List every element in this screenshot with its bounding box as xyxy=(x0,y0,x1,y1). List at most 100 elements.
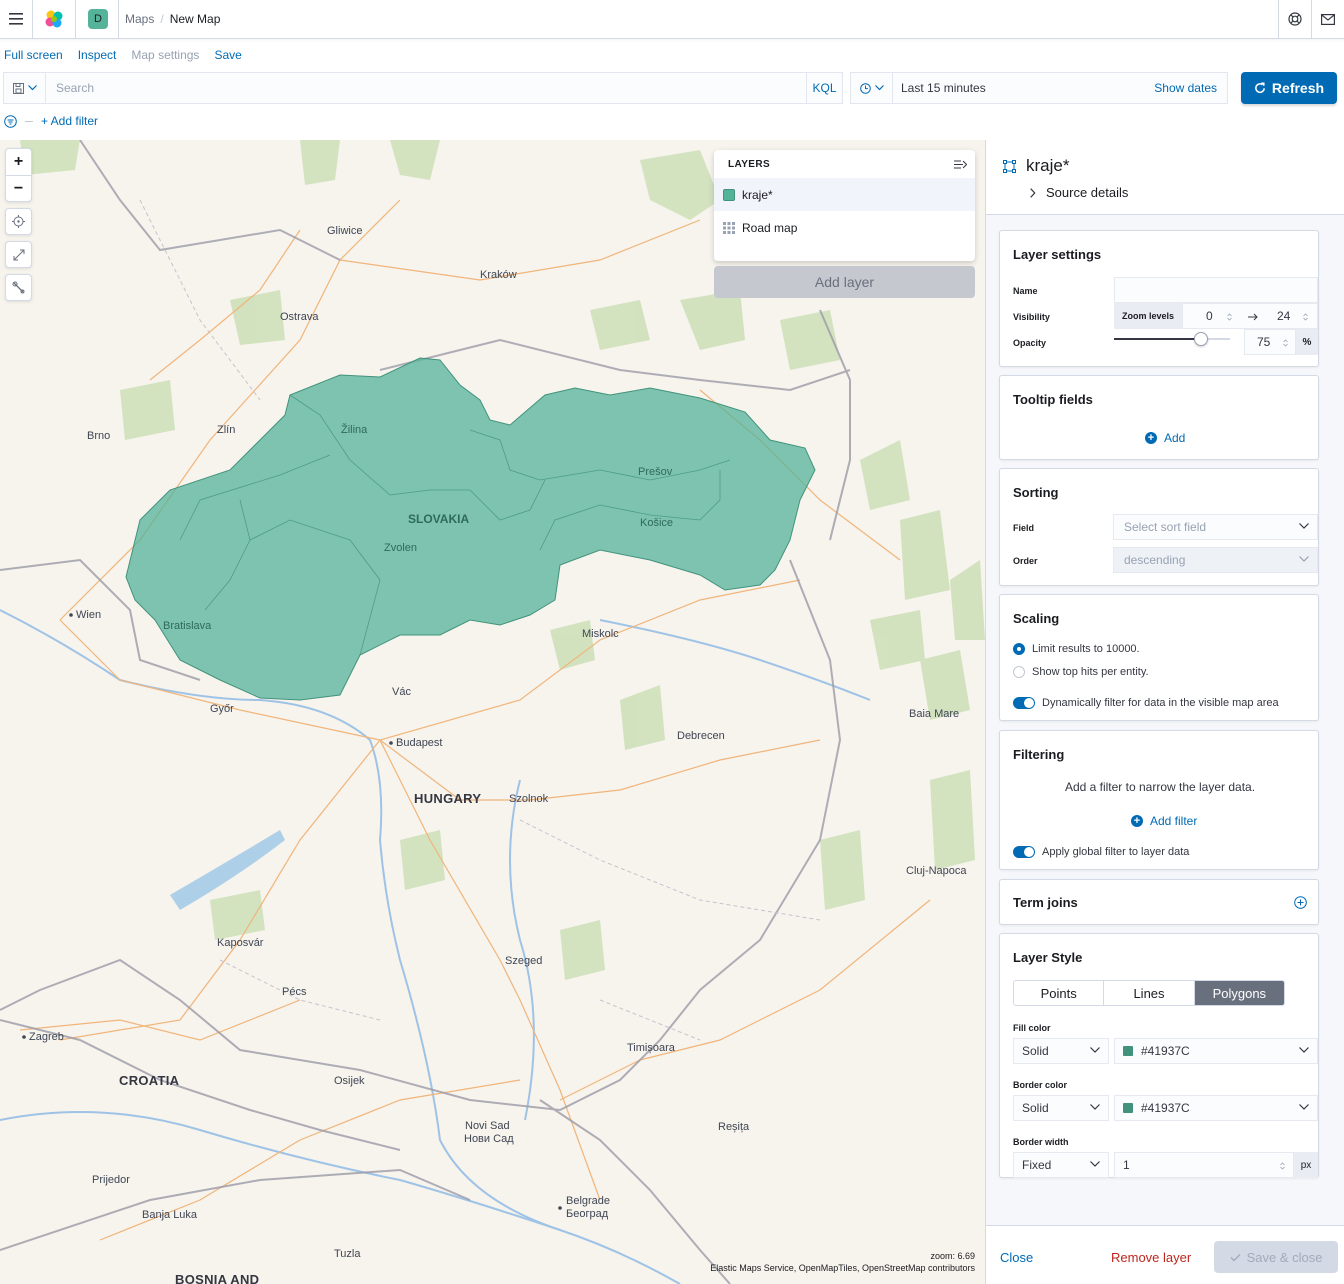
collapse-panel-icon[interactable] xyxy=(954,159,967,170)
attribution-text[interactable]: Elastic Maps Service, OpenMapTiles, Open… xyxy=(710,1262,975,1274)
map-label-belgrade: Belgrade xyxy=(566,1195,611,1207)
layer-name-input[interactable] xyxy=(1114,277,1318,303)
switch-on[interactable] xyxy=(1013,697,1035,709)
close-button[interactable]: Close xyxy=(1000,1250,1033,1265)
radio-top-hits[interactable]: Show top hits per entity. xyxy=(1013,666,1149,678)
map-label-gliwice: Gliwice xyxy=(327,225,363,237)
check-icon xyxy=(1230,1253,1241,1261)
refresh-icon xyxy=(1254,82,1265,94)
switch-on[interactable] xyxy=(1013,846,1035,858)
breadcrumb-maps[interactable]: Maps xyxy=(125,12,154,26)
map-label-zilina: Žilina xyxy=(341,424,368,436)
border-type-select[interactable]: Solid xyxy=(1013,1095,1109,1121)
add-layer-filter-button[interactable]: + Add filter xyxy=(1131,814,1197,828)
help-button[interactable] xyxy=(1279,0,1311,38)
border-width-type-select[interactable]: Fixed xyxy=(1013,1152,1109,1178)
map-label-slovakia: SLOVAKIA xyxy=(408,512,470,526)
source-details-label: Source details xyxy=(1046,185,1129,200)
stepper-icon[interactable] xyxy=(1283,339,1288,347)
save-link[interactable]: Save xyxy=(214,48,241,62)
add-layer-button[interactable]: Add layer xyxy=(714,266,975,298)
opacity-number-input[interactable]: 75 xyxy=(1244,329,1296,355)
source-details-toggle[interactable]: Source details xyxy=(1030,185,1128,200)
map-label-zlin: Zlín xyxy=(217,424,236,436)
tab-points[interactable]: Points xyxy=(1014,981,1105,1005)
add-tooltip-field-button[interactable]: + Add xyxy=(1145,431,1185,445)
sort-order-select[interactable]: descending xyxy=(1113,547,1318,573)
layer-title: kraje* xyxy=(1026,156,1070,175)
saved-query-button[interactable] xyxy=(4,73,46,103)
map-basemap xyxy=(0,140,985,1284)
radio-checked[interactable] xyxy=(1013,643,1025,655)
sort-field-select[interactable]: Select sort field xyxy=(1113,514,1318,540)
map-label-bosnia: BOSNIA AND xyxy=(175,1272,260,1284)
search-input[interactable]: Search xyxy=(46,73,806,103)
show-dates-button[interactable]: Show dates xyxy=(1154,81,1227,95)
zoom-out-button[interactable]: − xyxy=(6,175,31,201)
full-screen-link[interactable]: Full screen xyxy=(4,48,63,62)
scaling-heading: Scaling xyxy=(1013,611,1060,626)
map-label-pecs: Pécs xyxy=(282,986,307,998)
border-color-picker[interactable]: #41937C xyxy=(1114,1095,1318,1121)
tab-polygons[interactable]: Polygons xyxy=(1194,981,1284,1005)
fill-color-picker[interactable]: #41937C xyxy=(1114,1038,1318,1064)
tools-button[interactable] xyxy=(5,274,32,301)
plus-in-circle-icon: + xyxy=(1145,432,1157,444)
inspect-link[interactable]: Inspect xyxy=(78,48,117,62)
quick-select-button[interactable] xyxy=(851,73,893,103)
refresh-button[interactable]: Refresh xyxy=(1241,72,1337,104)
apply-global-filter-toggle[interactable]: Apply global filter to layer data xyxy=(1013,846,1189,858)
zoom-in-button[interactable]: + xyxy=(6,149,31,175)
border-width-input[interactable]: 1 xyxy=(1114,1152,1294,1178)
menu-toggle-button[interactable] xyxy=(0,0,32,38)
elastic-logo[interactable] xyxy=(33,0,75,38)
map-label-wien: Wien xyxy=(76,609,102,621)
min-zoom-input[interactable]: 0 xyxy=(1206,309,1213,323)
stepper-icon[interactable] xyxy=(1303,313,1308,321)
opacity-slider[interactable] xyxy=(1114,331,1230,347)
fill-color-label: Fill color xyxy=(1013,1023,1051,1033)
tab-lines[interactable]: Lines xyxy=(1104,981,1195,1005)
tooltip-heading: Tooltip fields xyxy=(1013,392,1093,407)
term-joins-heading: Term joins xyxy=(1013,895,1078,910)
stepper-icon[interactable] xyxy=(1227,313,1232,321)
slider-thumb[interactable] xyxy=(1194,332,1208,346)
radio-limit-results[interactable]: Limit results to 10000. xyxy=(1013,643,1140,655)
map-label-budapest: Budapest xyxy=(396,737,443,749)
fit-to-data-button[interactable] xyxy=(5,241,32,268)
map-label-baia-mare: Baia Mare xyxy=(909,708,960,720)
plus-in-circle-icon[interactable] xyxy=(1294,896,1307,909)
query-language-button[interactable]: KQL xyxy=(806,73,842,103)
fill-type-select[interactable]: Solid xyxy=(1013,1038,1109,1064)
set-view-button[interactable] xyxy=(5,208,32,235)
layer-name: kraje* xyxy=(742,187,773,202)
space-avatar[interactable]: D xyxy=(88,9,108,29)
time-range-text[interactable]: Last 15 minutes xyxy=(893,81,1154,95)
top-nav-menu: Full screen Inspect Map settings Save xyxy=(0,40,1344,70)
map-settings-link[interactable]: Map settings xyxy=(131,48,199,62)
lifebuoy-icon xyxy=(1288,12,1302,26)
arrow-right-icon xyxy=(1248,313,1258,321)
expand-icon xyxy=(13,249,24,260)
save-and-close-button[interactable]: Save & close xyxy=(1214,1241,1338,1273)
crosshair-icon xyxy=(12,215,25,228)
add-filter-button[interactable]: + Add filter xyxy=(41,114,98,128)
max-zoom-input[interactable]: 24 xyxy=(1277,309,1290,323)
chevron-down-icon xyxy=(1299,556,1309,562)
filtering-heading: Filtering xyxy=(1013,747,1065,762)
radio-unchecked[interactable] xyxy=(1013,666,1025,678)
map-canvas[interactable]: Gliwice Kraków Ostrava Zlín Brno Žilina … xyxy=(0,140,985,1284)
dynamic-filter-toggle[interactable]: Dynamically filter for data in the visib… xyxy=(1013,697,1279,709)
remove-layer-button[interactable]: Remove layer xyxy=(1111,1250,1191,1265)
map-label-krakow: Kraków xyxy=(480,269,517,281)
filter-icon[interactable] xyxy=(4,114,17,128)
map-label-novi-sad: Novi Sad xyxy=(465,1120,510,1132)
map-label-gyor: Győr xyxy=(210,703,234,715)
layer-item-kraje[interactable]: kraje* xyxy=(714,178,975,211)
grid-tiles-icon xyxy=(723,221,735,234)
chevron-down-icon xyxy=(1299,523,1309,529)
layer-item-road-map[interactable]: Road map xyxy=(714,211,975,244)
layer-settings-heading: Layer settings xyxy=(1013,247,1102,262)
stepper-icon[interactable] xyxy=(1280,1162,1285,1170)
newsfeed-button[interactable] xyxy=(1312,0,1344,38)
